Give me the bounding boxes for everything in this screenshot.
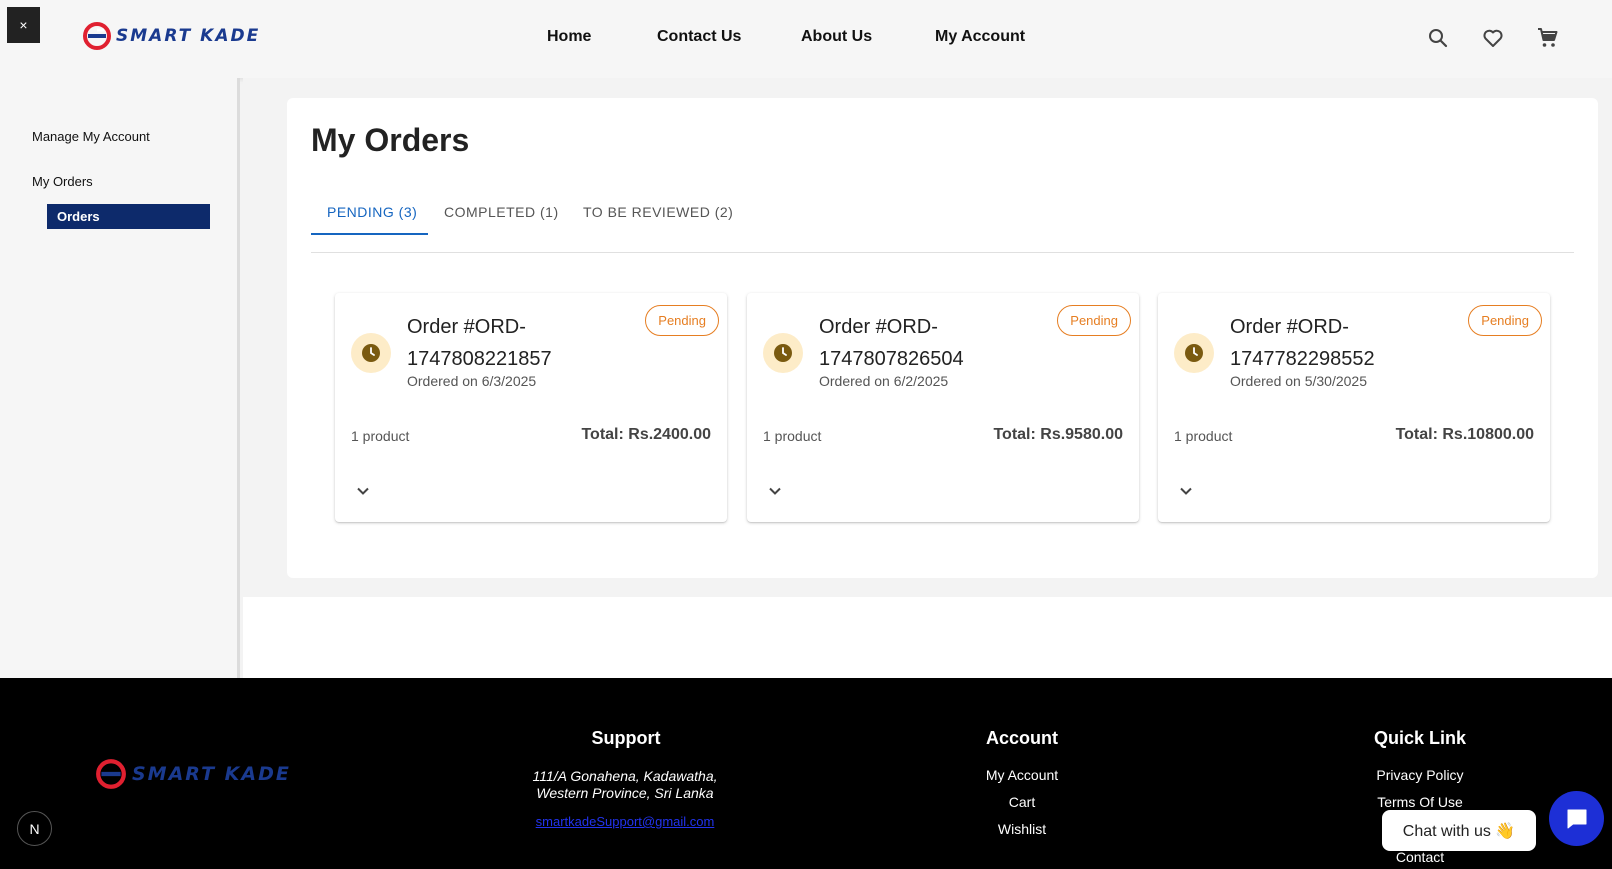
clock-icon: [351, 333, 391, 373]
account-sidebar: Manage My Account My Orders Orders: [0, 78, 240, 678]
product-count: 1 product: [763, 428, 822, 444]
heart-icon[interactable]: [1481, 26, 1505, 50]
sidebar-item-manage-account[interactable]: Manage My Account: [32, 129, 150, 144]
order-date: Ordered on 5/30/2025: [1230, 373, 1367, 389]
main-nav: Home Contact Us About Us My Account: [0, 28, 1612, 50]
order-card[interactable]: Order #ORD- 1747808221857 Ordered on 6/3/…: [335, 293, 727, 522]
footer-link-terms-of-use[interactable]: Terms Of Use: [1360, 794, 1480, 810]
status-badge: Pending: [645, 305, 719, 336]
order-date: Ordered on 6/3/2025: [407, 373, 537, 389]
product-count: 1 product: [351, 428, 410, 444]
status-badge: Pending: [1468, 305, 1542, 336]
chat-icon: [1567, 809, 1586, 828]
clock-icon: [1174, 333, 1214, 373]
search-icon[interactable]: [1426, 26, 1450, 50]
tab-pending[interactable]: PENDING (3): [327, 204, 417, 220]
chat-button[interactable]: [1549, 791, 1604, 846]
clock-icon: [763, 333, 803, 373]
footer-logo[interactable]: SMART KADE: [94, 758, 291, 790]
footer-logo-text: SMART KADE: [132, 763, 291, 785]
nav-my-account[interactable]: My Account: [935, 28, 1025, 46]
order-date: Ordered on 6/2/2025: [819, 373, 949, 389]
nav-contact-us[interactable]: Contact Us: [657, 28, 741, 46]
sidebar-item-my-orders[interactable]: My Orders: [32, 174, 93, 189]
footer-link-privacy-policy[interactable]: Privacy Policy: [1360, 767, 1480, 783]
main-spacer: [243, 597, 1612, 678]
order-total: Total: Rs.10800.00: [1395, 426, 1534, 443]
cart-icon[interactable]: [1536, 26, 1560, 50]
order-total: Total: Rs.9580.00: [993, 426, 1123, 443]
footer-link-wishlist[interactable]: Wishlist: [972, 821, 1072, 837]
chevron-down-icon[interactable]: [1178, 483, 1194, 499]
order-total: Total: Rs.2400.00: [581, 426, 711, 443]
footer-support-heading: Support: [591, 728, 661, 748]
order-card[interactable]: Order #ORD- 1747807826504 Ordered on 6/2/…: [747, 293, 1139, 522]
footer-link-contact[interactable]: Contact: [1360, 849, 1480, 865]
footer-quick-link-heading: Quick Link: [1373, 728, 1467, 748]
footer-address: 111/A Gonahena, Kadawatha, Western Provin…: [532, 768, 718, 801]
order-tabs: PENDING (3) COMPLETED (1) TO BE REVIEWED…: [311, 196, 1574, 253]
product-count: 1 product: [1174, 428, 1233, 444]
tab-active-indicator: [311, 233, 428, 235]
chevron-down-icon[interactable]: [767, 483, 783, 499]
nav-about-us[interactable]: About Us: [801, 28, 872, 46]
logo-mark-icon: [96, 759, 126, 789]
footer-account-heading: Account: [986, 728, 1058, 748]
order-card[interactable]: Order #ORD- 1747782298552 Ordered on 5/30…: [1158, 293, 1550, 522]
order-title: Order #ORD- 1747808221857: [407, 316, 552, 370]
chat-bubble[interactable]: Chat with us 👋: [1382, 810, 1536, 851]
next-dev-badge[interactable]: N: [17, 811, 52, 846]
site-header: × SMART KADE Home Contact Us About Us My…: [0, 0, 1612, 78]
nav-home[interactable]: Home: [547, 28, 591, 46]
chevron-down-icon[interactable]: [355, 483, 371, 499]
status-badge: Pending: [1057, 305, 1131, 336]
sidebar-item-orders[interactable]: Orders: [47, 204, 210, 229]
footer-email-link[interactable]: smartkadeSupport@gmail.com: [525, 814, 725, 829]
order-title: Order #ORD- 1747807826504: [819, 316, 964, 370]
site-footer: SMART KADE Support 111/A Gonahena, Kadaw…: [0, 678, 1612, 869]
footer-link-cart[interactable]: Cart: [972, 794, 1072, 810]
tab-to-be-reviewed[interactable]: TO BE REVIEWED (2): [583, 204, 733, 220]
tab-completed[interactable]: COMPLETED (1): [444, 204, 559, 220]
page-title: My Orders: [311, 122, 470, 158]
footer-link-my-account[interactable]: My Account: [972, 767, 1072, 783]
order-title: Order #ORD- 1747782298552: [1230, 316, 1375, 370]
